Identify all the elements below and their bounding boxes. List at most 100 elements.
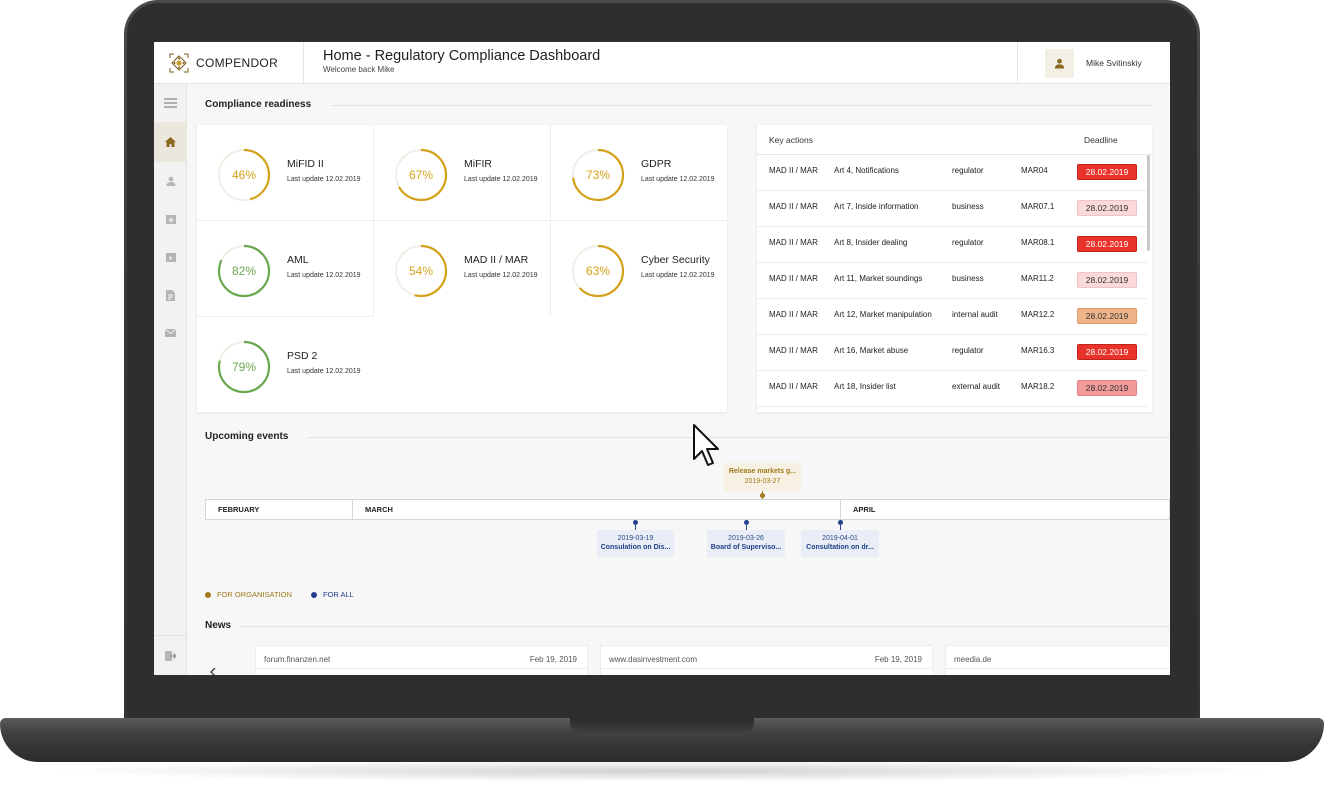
key-action-row[interactable]: MAD II / MAR Art 8, Insider dealing regula…	[757, 227, 1147, 263]
sidebar-item-calendar[interactable]	[154, 238, 187, 276]
news-divider	[256, 668, 587, 669]
action-article: Art 4, Notifications	[834, 166, 899, 175]
section-divider	[241, 626, 1170, 627]
key-action-row[interactable]: MAD II / MAR Art 18, Insider list external…	[757, 371, 1147, 407]
action-regulation: MAD II / MAR	[769, 166, 818, 175]
readiness-card-gdpr[interactable]: 73% GDPR Last update 12.02.2019	[551, 125, 727, 220]
readiness-update: Last update 12.02.2019	[287, 368, 361, 375]
key-actions-column: Key actions	[769, 135, 813, 145]
action-code: MAR11.2	[1021, 274, 1054, 283]
legend-all[interactable]: FOR ALL	[311, 590, 354, 599]
readiness-update: Last update 12.02.2019	[641, 272, 715, 279]
key-action-row[interactable]: MAD II / MAR Art 7, Inside information bus…	[757, 191, 1147, 227]
key-actions-scrollbar[interactable]	[1147, 155, 1150, 251]
news-card[interactable]: forum.finanzen.net Feb 19, 2019	[255, 645, 588, 675]
action-regulation: MAD II / MAR	[769, 382, 818, 391]
readiness-panel: 46% MiFID II Last update 12.02.2019 67% …	[197, 125, 727, 412]
sidebar-item-logout[interactable]	[154, 637, 187, 675]
readiness-card-aml[interactable]: 82% AML Last update 12.02.2019	[197, 221, 373, 316]
readiness-card-mifid[interactable]: 46% MiFID II Last update 12.02.2019	[197, 125, 373, 220]
readiness-card-mad-mar[interactable]: 54% MAD II / MAR Last update 12.02.2019	[374, 221, 550, 316]
news-source: www.dasinvestment.com	[609, 655, 698, 664]
key-actions-panel: Key actions Deadline MAD II / MAR Art 4, …	[757, 125, 1152, 412]
news-card[interactable]: www.dasinvestment.com Feb 19, 2019	[600, 645, 933, 675]
legend-organisation[interactable]: FOR ORGANISATION	[205, 590, 292, 599]
readiness-card-psd2[interactable]: 79% PSD 2 Last update 12.02.2019	[197, 317, 373, 412]
calendar-icon	[165, 253, 176, 262]
public-event[interactable]: 2019-03-26 Board of Superviso...	[707, 530, 785, 557]
action-code: MAR18.2	[1021, 382, 1055, 391]
key-action-row[interactable]: MAD II / MAR Art 16, Market abuse regulato…	[757, 335, 1147, 371]
mail-icon	[165, 329, 176, 337]
sidebar-item-messages[interactable]	[154, 314, 187, 352]
event-title: Board of Superviso...	[710, 544, 782, 551]
public-event-pin	[840, 522, 841, 530]
readiness-update: Last update 12.02.2019	[287, 176, 361, 183]
action-code: MAR04	[1021, 166, 1048, 175]
sidebar	[154, 84, 187, 675]
action-owner: regulator	[952, 346, 984, 355]
sidebar-item-documents[interactable]	[154, 276, 187, 314]
event-title: Consulation on Dis...	[600, 544, 671, 551]
timeline[interactable]: FEBRUARY MARCH APRIL	[205, 499, 1170, 520]
legend-dot	[311, 591, 317, 598]
main-content: Compliance readiness 46% MiFID II Last u…	[187, 84, 1170, 675]
key-actions-header: Key actions Deadline	[757, 125, 1152, 155]
action-code: MAR16.3	[1021, 346, 1055, 355]
sidebar-item-menu[interactable]	[154, 84, 187, 122]
sidebar-item-users[interactable]	[154, 162, 187, 200]
readiness-name: AML	[287, 254, 309, 266]
action-article: Art 7, Inside information	[834, 202, 919, 211]
deadline-badge: 28.02.2019	[1077, 308, 1137, 324]
readiness-percent: 63%	[585, 264, 611, 278]
section-divider	[332, 105, 1152, 106]
sidebar-divider	[154, 635, 187, 636]
readiness-card-mifir[interactable]: 67% MiFIR Last update 12.02.2019	[374, 125, 550, 220]
avatar[interactable]	[1045, 48, 1074, 78]
action-article: Art 16, Market abuse	[834, 346, 909, 355]
section-divider	[307, 437, 1170, 438]
news-card[interactable]: meedia.de	[945, 645, 1170, 675]
action-article: Art 18, Insider list	[834, 382, 896, 391]
action-code: MAR07.1	[1021, 202, 1055, 211]
action-code: MAR08.1	[1021, 238, 1055, 247]
action-owner: internal audit	[952, 310, 998, 319]
legend-dot	[205, 591, 211, 598]
sidebar-item-add-event[interactable]	[154, 200, 187, 238]
key-action-row[interactable]: MAD II / MAR Art 4, Notifications regulato…	[757, 155, 1147, 191]
readiness-update: Last update 12.02.2019	[287, 272, 361, 279]
laptop-shadow	[40, 760, 1284, 782]
month-april: APRIL	[840, 500, 1170, 519]
events-section-title: Upcoming events	[205, 431, 289, 442]
key-action-row[interactable]: MAD II / MAR Art 11, Market soundings busi…	[757, 263, 1147, 299]
title-block: Home - Regulatory Compliance Dashboard W…	[323, 48, 600, 74]
readiness-percent: 46%	[231, 168, 257, 182]
user-menu[interactable]: Mike Svitinskiy	[1017, 42, 1170, 84]
event-title: Consultation on dr...	[806, 544, 874, 551]
organisation-event[interactable]: Release markets g... 2019-03-27	[724, 463, 801, 491]
action-article: Art 8, Insider dealing	[834, 238, 908, 247]
logout-icon	[165, 651, 176, 661]
public-event[interactable]: 2019-04-01 Consultation on dr...	[801, 530, 879, 557]
key-action-row[interactable]: MAD II / MAR Art 12, Market manipulation i…	[757, 299, 1147, 335]
news-divider	[946, 668, 1170, 669]
news-date: Feb 19, 2019	[874, 655, 922, 664]
readiness-card-cyber-security[interactable]: 63% Cyber Security Last update 12.02.201…	[551, 221, 727, 316]
readiness-name: PSD 2	[287, 350, 318, 362]
event-date: 2019-03-19	[617, 535, 654, 542]
public-event[interactable]: 2019-03-19 Consulation on Dis...	[597, 530, 674, 557]
action-code: MAR12.2	[1021, 310, 1055, 319]
brand[interactable]: COMPENDOR	[154, 42, 304, 84]
action-regulation: MAD II / MAR	[769, 274, 818, 283]
public-event-pin	[635, 522, 636, 530]
readiness-percent: 79%	[231, 360, 257, 374]
deadline-column[interactable]: Deadline	[1084, 135, 1118, 145]
page-title: Home - Regulatory Compliance Dashboard	[323, 48, 601, 64]
org-event-date: 2019-03-27	[744, 478, 781, 485]
news-section-title: News	[205, 620, 232, 631]
chevron-left-icon[interactable]	[209, 668, 217, 675]
document-icon	[166, 289, 175, 301]
app-screen: COMPENDOR Home - Regulatory Compliance D…	[154, 42, 1170, 675]
sidebar-item-home[interactable]	[154, 122, 187, 162]
top-bar: COMPENDOR Home - Regulatory Compliance D…	[154, 42, 1170, 84]
